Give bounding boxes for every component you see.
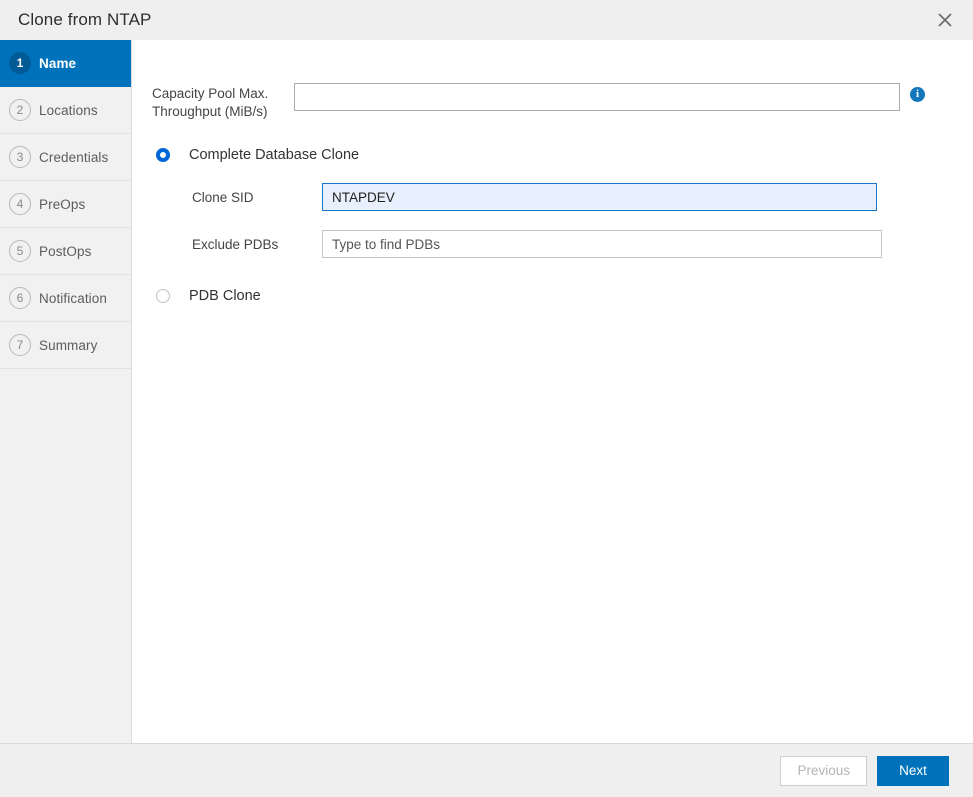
info-icon[interactable]: i (910, 87, 925, 102)
previous-button[interactable]: Previous (780, 756, 867, 786)
step-number-badge: 4 (9, 193, 31, 215)
radio-indicator-complete[interactable] (156, 148, 170, 162)
sidebar-item-label: Name (39, 56, 76, 71)
clone-sid-row: Clone SID (132, 183, 973, 211)
clone-sid-label: Clone SID (192, 190, 322, 205)
capacity-pool-label-line1: Capacity Pool Max. (152, 85, 282, 103)
exclude-pdbs-label: Exclude PDBs (192, 237, 322, 252)
step-number-badge: 7 (9, 334, 31, 356)
close-icon[interactable] (931, 6, 959, 34)
radio-label-pdb: PDB Clone (189, 288, 261, 304)
sidebar-item-label: Credentials (39, 150, 108, 165)
capacity-pool-label-line2: Throughput (MiB/s) (152, 103, 282, 121)
sidebar-item-label: Notification (39, 291, 107, 306)
sidebar-item-label: PreOps (39, 197, 85, 212)
sidebar-item-locations[interactable]: 2 Locations (0, 87, 131, 134)
sidebar-item-preops[interactable]: 4 PreOps (0, 181, 131, 228)
radio-pdb-clone[interactable]: PDB Clone (132, 288, 973, 304)
sidebar-item-notification[interactable]: 6 Notification (0, 275, 131, 322)
step-number-badge: 6 (9, 287, 31, 309)
wizard-step-sidebar: 1 Name 2 Locations 3 Credentials 4 PreOp… (0, 40, 132, 743)
wizard-step-content: Capacity Pool Max. Throughput (MiB/s) i … (132, 40, 973, 743)
exclude-pdbs-row: Exclude PDBs (132, 230, 973, 258)
capacity-pool-row: Capacity Pool Max. Throughput (MiB/s) i (132, 83, 973, 121)
clone-from-ntap-dialog: Clone from NTAP 1 Name 2 Locations 3 Cre… (0, 0, 973, 797)
dialog-title: Clone from NTAP (18, 10, 151, 30)
radio-complete-database-clone[interactable]: Complete Database Clone (132, 147, 973, 163)
sidebar-filler (0, 369, 131, 743)
step-number-badge: 1 (9, 52, 31, 74)
capacity-pool-label: Capacity Pool Max. Throughput (MiB/s) (152, 83, 282, 121)
sidebar-item-label: Summary (39, 338, 97, 353)
dialog-body: 1 Name 2 Locations 3 Credentials 4 PreOp… (0, 40, 973, 743)
next-button[interactable]: Next (877, 756, 949, 786)
dialog-titlebar: Clone from NTAP (0, 0, 973, 40)
step-number-badge: 3 (9, 146, 31, 168)
radio-indicator-pdb[interactable] (156, 289, 170, 303)
radio-label-complete: Complete Database Clone (189, 147, 359, 163)
sidebar-item-summary[interactable]: 7 Summary (0, 322, 131, 369)
sidebar-item-label: PostOps (39, 244, 91, 259)
sidebar-item-credentials[interactable]: 3 Credentials (0, 134, 131, 181)
exclude-pdbs-input[interactable] (322, 230, 882, 258)
sidebar-item-postops[interactable]: 5 PostOps (0, 228, 131, 275)
sidebar-item-name[interactable]: 1 Name (0, 40, 131, 87)
sidebar-item-label: Locations (39, 103, 98, 118)
capacity-pool-input[interactable] (294, 83, 900, 111)
step-number-badge: 2 (9, 99, 31, 121)
clone-sid-input[interactable] (322, 183, 877, 211)
step-number-badge: 5 (9, 240, 31, 262)
dialog-footer: Previous Next (0, 743, 973, 797)
